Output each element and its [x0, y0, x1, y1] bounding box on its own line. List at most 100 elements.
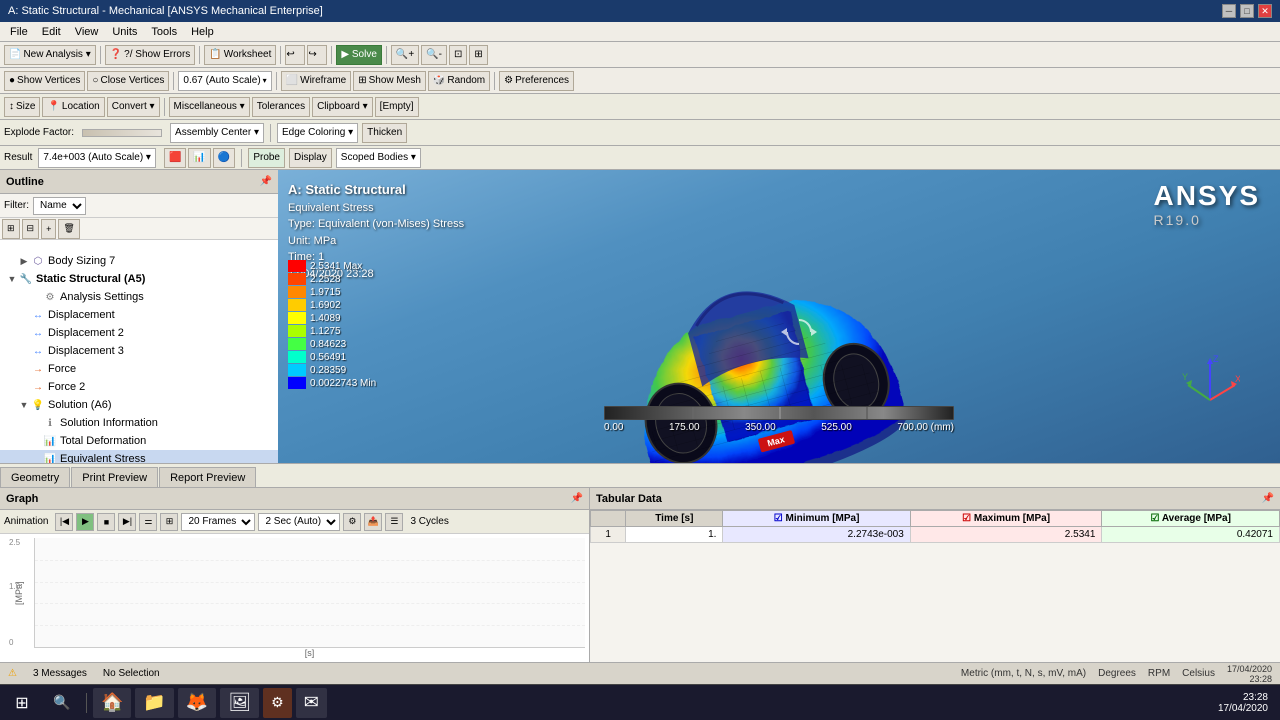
tree-node-solution[interactable]: ▼ 💡 Solution (A6) [0, 396, 278, 414]
taskbar-app-1[interactable]: 🏠 [93, 688, 131, 718]
tree-node-equivalent-stress[interactable]: 📊 Equivalent Stress [0, 450, 278, 463]
anim-play-button[interactable]: ▶ [76, 513, 94, 531]
preferences-button[interactable]: ⚙ Preferences [499, 71, 574, 91]
edge-coloring-dropdown[interactable]: Edge Coloring ▾ [277, 123, 358, 143]
random-button[interactable]: 🎲 Random [428, 71, 490, 91]
outline-delete-button[interactable]: 🗑 [58, 219, 79, 239]
speed-select[interactable]: 2 Sec (Auto) [258, 513, 340, 531]
menu-units[interactable]: Units [106, 25, 143, 39]
tabular-pin-icon[interactable]: 📌 [1262, 493, 1274, 504]
maximize-button[interactable]: □ [1240, 4, 1254, 18]
tabular-row-1[interactable]: 1 1. 2.2743e-003 2.5341 0.42071 [591, 527, 1280, 543]
analysis-settings-icon: ⚙ [42, 289, 58, 305]
show-errors-button[interactable]: ❓ ?/ Show Errors [105, 45, 196, 65]
close-button[interactable]: ✕ [1258, 4, 1272, 18]
tree-expand-analysis[interactable] [30, 291, 42, 303]
location-button[interactable]: 📍 Location [42, 97, 104, 117]
anim-export-button[interactable]: 📤 [364, 513, 382, 531]
anim-stop-button[interactable]: ■ [97, 513, 115, 531]
auto-scale-dropdown[interactable]: 0.67 (Auto Scale) ▾ [178, 71, 271, 91]
result-icon3[interactable]: 🔵 [213, 148, 235, 168]
wireframe-button[interactable]: ⬜ Wireframe [281, 71, 352, 91]
graph-pin-icon[interactable]: 📌 [571, 493, 583, 504]
thicken-button[interactable]: Thicken [362, 123, 407, 143]
tree-node-force2[interactable]: → Force 2 [0, 378, 278, 396]
zoom-box-button[interactable]: ⊞ [469, 45, 487, 65]
tree-expand-static[interactable]: ▼ [6, 273, 18, 285]
taskbar-app-2[interactable]: 📁 [135, 688, 173, 718]
tab-report-preview[interactable]: Report Preview [159, 467, 256, 487]
frames-select[interactable]: 20 Frames [181, 513, 255, 531]
empty-button[interactable]: [Empty] [375, 97, 419, 117]
menu-tools[interactable]: Tools [145, 25, 183, 39]
anim-options-button[interactable]: ☰ [385, 513, 403, 531]
scale-bar: 0.00 175.00 350.00 525.00 700.00 (mm) [604, 406, 954, 433]
taskbar-app-firefox[interactable]: 🦊 [178, 688, 216, 718]
solution-info-label: Solution Information [60, 417, 158, 429]
anim-next-button[interactable]: ▶| [118, 513, 136, 531]
miscellaneous-button[interactable]: Miscellaneous ▾ [169, 97, 250, 117]
explode-slider[interactable] [82, 129, 162, 137]
result-icon1[interactable]: 🟥 [164, 148, 186, 168]
menu-help[interactable]: Help [185, 25, 220, 39]
solve-button[interactable]: ▶ Solve [336, 45, 381, 65]
probe-button[interactable]: Probe [248, 148, 285, 168]
zoom-fit-button[interactable]: ⊡ [449, 45, 467, 65]
menu-edit[interactable]: Edit [36, 25, 67, 39]
tree-expand-body-sizing[interactable]: ▶ [18, 255, 30, 267]
zoom-in-button[interactable]: 🔍+ [391, 45, 419, 65]
tab-print-preview[interactable]: Print Preview [71, 467, 158, 487]
tree-node-displacement[interactable]: ↔ Displacement [0, 306, 278, 324]
anim-prev-button[interactable]: |◀ [55, 513, 73, 531]
anim-settings-button[interactable]: ⚙ [343, 513, 361, 531]
convert-button[interactable]: Convert ▾ [107, 97, 160, 117]
minimize-button[interactable]: ─ [1222, 4, 1236, 18]
new-analysis-button[interactable]: 📄 New Analysis ▾ [4, 45, 96, 65]
main-content: Outline 📌 Filter: Name ⊞ ⊟ + 🗑 ▶ ⬡ Body … [0, 170, 1280, 463]
tree-expand-solution[interactable]: ▼ [18, 399, 30, 411]
search-button[interactable]: 🔍 [44, 688, 80, 718]
tolerances-button[interactable]: Tolerances [252, 97, 310, 117]
tree-node-static-structural[interactable]: ▼ 🔧 Static Structural (A5) [0, 270, 278, 288]
taskbar-app-mail[interactable]: ✉ [296, 688, 327, 718]
undo-button[interactable]: ↩ [285, 45, 305, 65]
show-vertices-button[interactable]: ● Show Vertices [4, 71, 85, 91]
outline-expand-button[interactable]: ⊞ [2, 219, 20, 239]
clipboard-button[interactable]: Clipboard ▾ [312, 97, 373, 117]
tree-node-total-deformation[interactable]: 📊 Total Deformation [0, 432, 278, 450]
menu-file[interactable]: File [4, 25, 34, 39]
start-button[interactable]: ⊞ [4, 688, 40, 718]
zoom-out-button[interactable]: 🔍- [421, 45, 447, 65]
anim-table-button[interactable]: ⊞ [160, 513, 178, 531]
tree-node-force[interactable]: → Force [0, 360, 278, 378]
scoped-bodies-dropdown[interactable]: Scoped Bodies ▾ [336, 148, 421, 168]
outline-new-button[interactable]: + [41, 219, 56, 239]
show-mesh-button[interactable]: ⊞ Show Mesh [353, 71, 426, 91]
assembly-center-dropdown[interactable]: Assembly Center ▾ [170, 123, 264, 143]
taskbar-app-ansys[interactable]: ⚙ [263, 688, 292, 718]
tree-node-displacement3[interactable]: ↔ Displacement 3 [0, 342, 278, 360]
display-button[interactable]: Display [289, 148, 332, 168]
redo-button[interactable]: ↪ [307, 45, 327, 65]
anim-bars-button[interactable]: ⚌ [139, 513, 157, 531]
outline-collapse-button[interactable]: ⊟ [22, 219, 40, 239]
worksheet-button[interactable]: 📋 Worksheet [204, 45, 276, 65]
close-vertices-button[interactable]: ○ Close Vertices [87, 71, 169, 91]
tree-node-solution-info[interactable]: ℹ Solution Information [0, 414, 278, 432]
viewport[interactable]: A: Static Structural Equivalent Stress T… [278, 170, 1280, 463]
size-button[interactable]: ↕ Size [4, 97, 40, 117]
taskbar-app-photos[interactable]: 🖼 [220, 688, 259, 718]
tree-node-displacement2[interactable]: ↔ Displacement 2 [0, 324, 278, 342]
max-checkbox-icon: ☑ [962, 513, 971, 524]
result-icon2[interactable]: 📊 [188, 148, 210, 168]
tab-geometry[interactable]: Geometry [0, 467, 70, 487]
tree-node-body-sizing[interactable]: ▶ ⬡ Body Sizing 7 [0, 252, 278, 270]
statusbar-right: Metric (mm, t, N, s, mV, mA) Degrees RPM… [961, 664, 1272, 684]
menu-view[interactable]: View [69, 25, 105, 39]
sep [173, 72, 174, 90]
tree-node-analysis-settings[interactable]: ⚙ Analysis Settings [0, 288, 278, 306]
displacement-label: Displacement [48, 309, 115, 321]
result-scale-dropdown[interactable]: 7.4e+003 (Auto Scale) ▾ [38, 148, 156, 168]
filter-select[interactable]: Name [33, 197, 86, 215]
outline-pin-icon[interactable]: 📌 [260, 176, 272, 187]
